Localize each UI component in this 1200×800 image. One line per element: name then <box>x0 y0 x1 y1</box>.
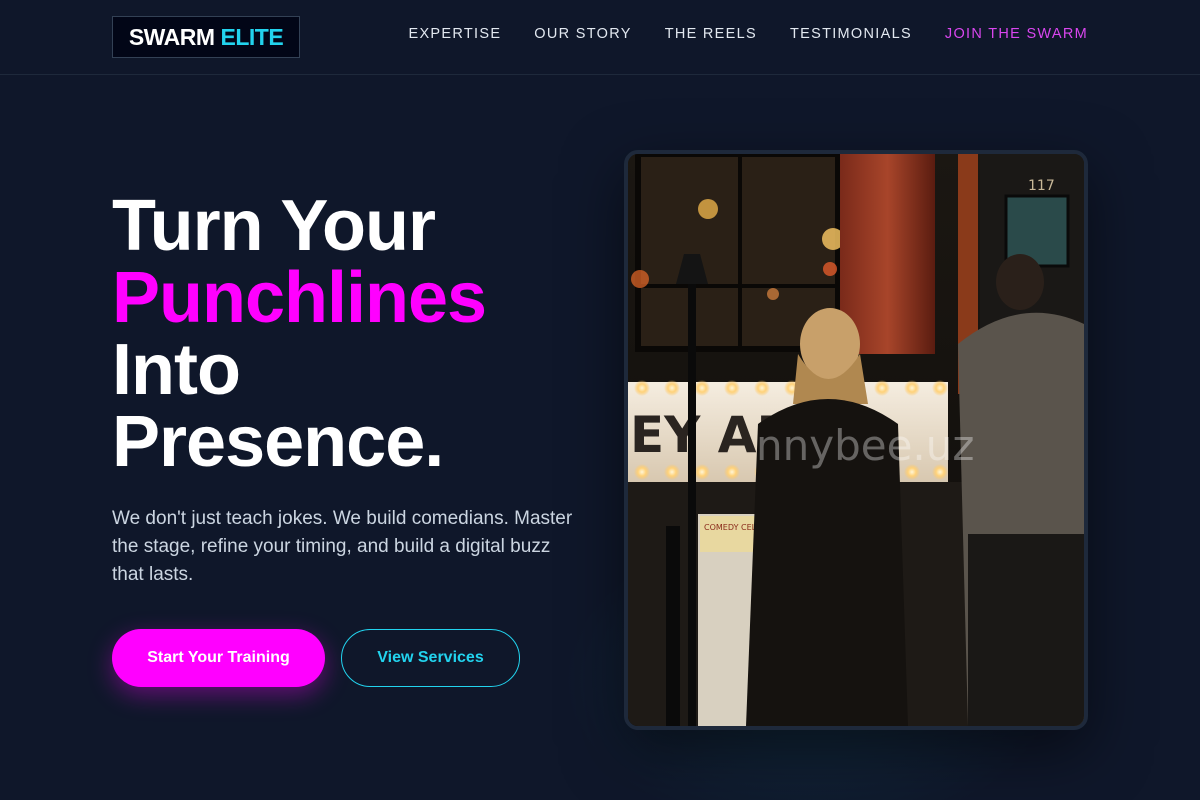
headline-line-2: Punchlines <box>112 258 487 338</box>
site-header: SWARM ELITE EXPERTISE OUR STORY THE REEL… <box>0 0 1200 75</box>
hero-subtext: We don't just teach jokes. We build come… <box>112 508 573 585</box>
logo[interactable]: SWARM ELITE <box>112 16 300 58</box>
headline-line-3: Into <box>112 330 241 410</box>
hero-photo: 117 EY AR COMEDY CELLAR nnybee.uz <box>624 150 1088 730</box>
view-services-button[interactable]: View Services <box>341 629 520 687</box>
headline-line-1: Turn Your <box>112 186 436 266</box>
nav-our-story[interactable]: OUR STORY <box>534 26 631 42</box>
hero-headline: Turn Your Punchlines Into Presence. <box>112 186 487 482</box>
nav-testimonials[interactable]: TESTIMONIALS <box>790 26 912 42</box>
nav-join-the-swarm[interactable]: JOIN THE SWARM <box>945 26 1088 42</box>
nav-the-reels[interactable]: THE REELS <box>665 26 757 42</box>
nav-expertise[interactable]: EXPERTISE <box>408 26 501 42</box>
headline-line-4: Presence. <box>112 402 444 482</box>
photo-watermark: nnybee.uz <box>756 421 974 470</box>
logo-text-elite: ELITE <box>220 23 284 50</box>
door-number: 117 <box>1028 178 1055 194</box>
main-nav: EXPERTISE OUR STORY THE REELS TESTIMONIA… <box>408 26 1088 42</box>
comedy-club-photo: 117 EY AR COMEDY CELLAR nnybee.uz <box>628 154 1084 726</box>
start-training-button[interactable]: Start Your Training <box>112 629 325 687</box>
logo-text-swarm: SWARM <box>128 23 215 50</box>
